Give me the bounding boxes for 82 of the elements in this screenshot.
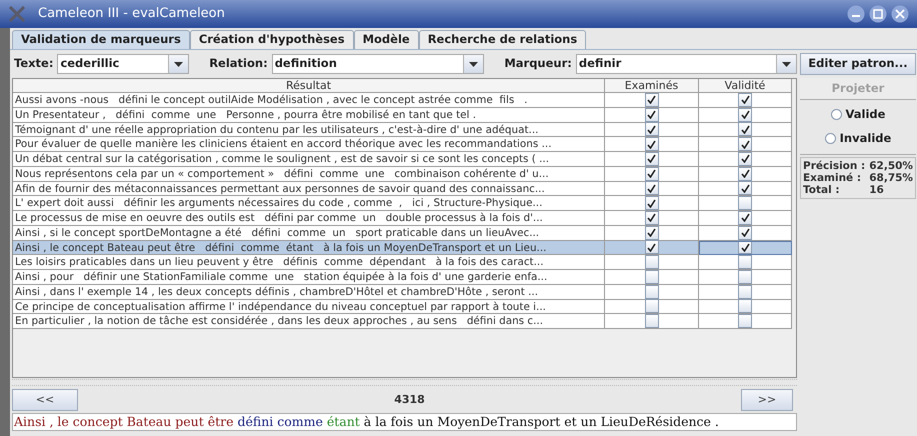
field-label: Marqueur: bbox=[504, 55, 572, 72]
checkbox[interactable] bbox=[644, 152, 658, 166]
maximize-button[interactable] bbox=[869, 5, 887, 23]
checkbox[interactable] bbox=[738, 166, 752, 181]
checkbox[interactable] bbox=[644, 240, 658, 254]
checkbox[interactable] bbox=[644, 196, 658, 210]
checkbox[interactable] bbox=[738, 284, 752, 299]
checkbox[interactable] bbox=[738, 255, 752, 270]
checkbox[interactable] bbox=[644, 92, 658, 107]
column-header[interactable]: Résultat bbox=[13, 79, 605, 93]
checkbox[interactable] bbox=[644, 137, 658, 152]
checkbox[interactable] bbox=[738, 108, 752, 122]
dropdown[interactable]: definir bbox=[576, 54, 797, 74]
field-label: Relation: bbox=[209, 55, 268, 72]
stat-value: 16 bbox=[869, 184, 885, 196]
next-button[interactable]: >> bbox=[741, 389, 793, 411]
stat-label: Précision : bbox=[803, 160, 866, 172]
radio-button[interactable]: Valide bbox=[830, 106, 886, 124]
column-header[interactable]: Validité bbox=[699, 79, 792, 93]
checkbox[interactable] bbox=[738, 196, 752, 210]
checkbox[interactable] bbox=[644, 181, 658, 196]
caret-icon bbox=[469, 62, 478, 66]
table-cell[interactable]: Ainsi , pour définir une StationFamiliale comme une station équipée à la fois d' une garderie enfa... bbox=[13, 270, 605, 285]
radio-button[interactable]: Invalide bbox=[824, 130, 892, 148]
checkbox[interactable] bbox=[738, 181, 752, 196]
checkbox[interactable] bbox=[738, 226, 752, 240]
table-cell[interactable]: Ainsi , si le concept sportDeMontagne a été défini comme un sport praticable dans un lieuAvec... bbox=[13, 226, 605, 240]
checkbox[interactable] bbox=[738, 299, 752, 314]
checkbox[interactable] bbox=[738, 122, 752, 136]
checkbox[interactable] bbox=[738, 92, 752, 107]
checkbox[interactable] bbox=[644, 166, 658, 181]
table-cell[interactable]: En particulier , la notion de tâche est considérée , dans les deux approches , au sens défini dans c... bbox=[13, 314, 605, 329]
stat-label: Total : bbox=[803, 184, 841, 196]
table-cell[interactable]: Aussi avons -nous défini le concept outilAide Modélisation , avec le concept astrée comme fils . bbox=[13, 93, 605, 108]
close-button[interactable] bbox=[891, 5, 909, 23]
table-cell[interactable]: Nous représentons cela par un « comportement » défini comme une combinaison cohérente d' u... bbox=[13, 166, 605, 182]
stat-value: 68,75% bbox=[869, 172, 913, 184]
table-cell[interactable]: Ainsi , dans l' exemple 14 , les deux concepts définis , chambreD'Hôtel et chambreD'Hôte , seront ... bbox=[13, 284, 605, 300]
checkbox[interactable] bbox=[644, 108, 658, 122]
caret-icon bbox=[782, 62, 791, 66]
dropdown[interactable]: definition bbox=[272, 54, 484, 74]
column-header[interactable]: Examinés bbox=[605, 79, 699, 93]
checkbox[interactable] bbox=[738, 314, 752, 328]
stat-value: 62,50% bbox=[869, 160, 913, 172]
checkbox[interactable] bbox=[738, 270, 752, 284]
table-cell[interactable]: Témoignant d' une réelle appropriation du contenu par les utilisateurs , c'est-à-dire d' une adéquat... bbox=[13, 122, 605, 138]
edit-pattern-button[interactable]: Editer patron... bbox=[800, 53, 916, 75]
checkbox[interactable] bbox=[644, 210, 658, 225]
tab[interactable]: Validation de marqueurs bbox=[12, 30, 190, 49]
minimize-button[interactable] bbox=[847, 5, 865, 23]
checkbox[interactable] bbox=[644, 314, 658, 328]
table-cell[interactable]: Un débat central sur la catégorisation , comme le soulignent , est de savoir si ce sont les concepts ( ... bbox=[13, 152, 605, 167]
tab[interactable]: Création d'hypothèses bbox=[190, 30, 354, 49]
table-cell[interactable]: Ce principe de conceptualisation affirme l' indépendance du niveau conceptuel par rapport à toute i... bbox=[13, 300, 605, 314]
checkbox[interactable] bbox=[644, 270, 658, 284]
table-cell[interactable]: Ainsi , le concept Bateau peut être défini comme étant à la fois un MoyenDeTransport et un Lieu... bbox=[13, 240, 605, 256]
dropdown[interactable]: cederillic bbox=[57, 54, 190, 74]
checkbox[interactable] bbox=[644, 122, 658, 136]
checkbox[interactable] bbox=[738, 152, 752, 166]
app-icon bbox=[8, 6, 26, 22]
table-cell[interactable]: Pour évaluer de quelle manière les cliniciens étaient en accord théorique avec les recommandations ... bbox=[13, 137, 605, 152]
checkbox[interactable] bbox=[738, 210, 752, 225]
sentence-text: Ainsi , le concept Bateau peut être défini comme étant à la fois un MoyenDeTransport et un LieuDeRésidence . bbox=[12, 413, 797, 431]
count-label: 4318 bbox=[393, 392, 426, 408]
checkbox[interactable] bbox=[738, 137, 752, 152]
previous-button[interactable]: << bbox=[12, 389, 78, 411]
window-title: Cameleon III - evalCameleon bbox=[38, 5, 225, 24]
tab[interactable]: Recherche de relations bbox=[418, 30, 586, 49]
table-cell[interactable]: Le processus de mise en oeuvre des outils est défini par comme un double processus à la fois d'... bbox=[13, 211, 605, 226]
checkbox[interactable] bbox=[738, 240, 752, 254]
checkbox[interactable] bbox=[644, 299, 658, 314]
tab[interactable]: Modèle bbox=[354, 30, 419, 49]
checkbox[interactable] bbox=[644, 284, 658, 299]
checkbox[interactable] bbox=[644, 226, 658, 240]
table-cell[interactable]: L' expert doit aussi définir les arguments nécessaires du code , comme , ici , Structure-Physique... bbox=[13, 196, 605, 211]
checkbox[interactable] bbox=[644, 255, 658, 270]
caret-icon bbox=[174, 62, 184, 66]
table-cell[interactable]: Les loisirs praticables dans un lieu peuvent y être définis comme dépendant à la fois des caract... bbox=[13, 255, 605, 270]
table-cell[interactable]: Afin de fournir des métaconnaissances permettant aux personnes de savoir quand des connaissanc... bbox=[13, 182, 605, 196]
field-label: Texte: bbox=[14, 55, 54, 72]
table-cell[interactable]: Un Presentateur , défini comme une Personne , pourra être mobilisé en tant que tel . bbox=[13, 108, 605, 122]
stat-label: Examiné : bbox=[803, 172, 862, 184]
